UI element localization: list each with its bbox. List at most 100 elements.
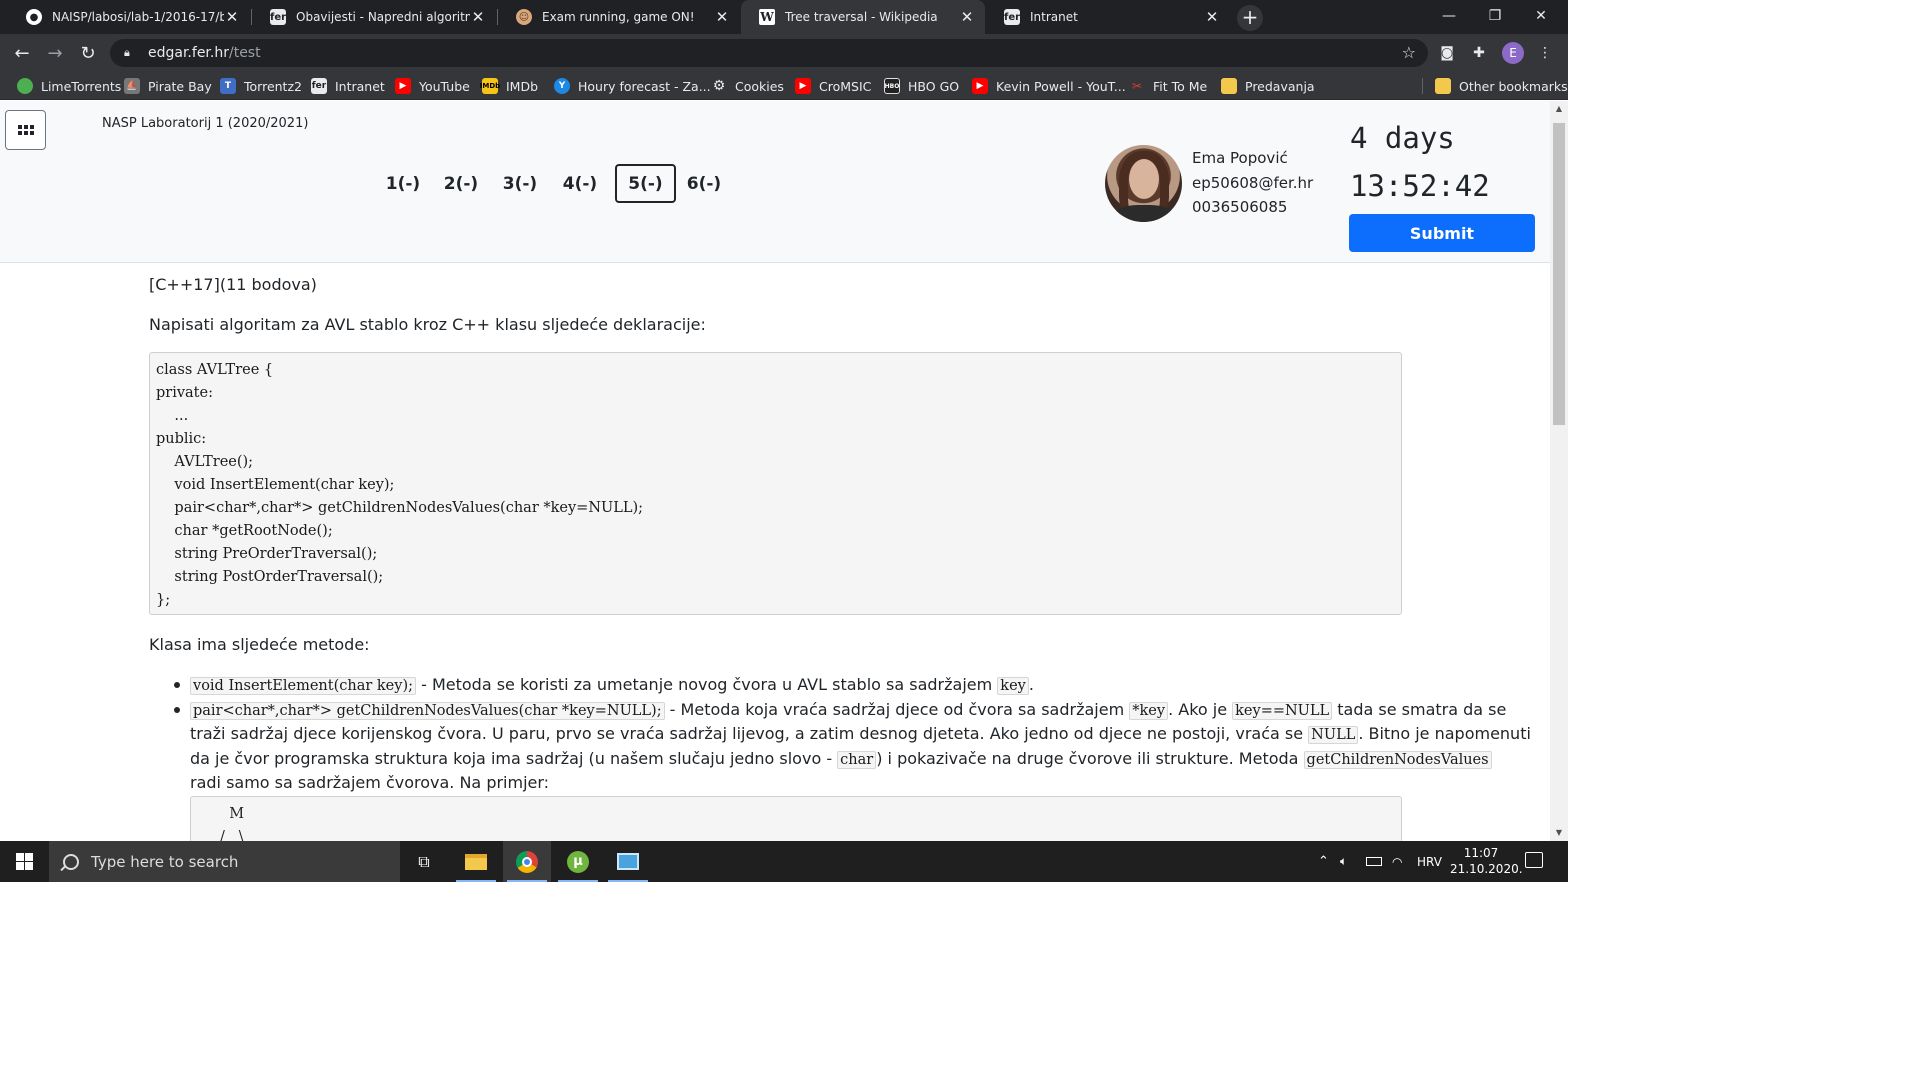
hbo-icon: HBO (884, 78, 900, 94)
app-menu-button[interactable] (5, 110, 46, 150)
reload-button[interactable]: ↻ (74, 40, 102, 66)
imdb-icon: IMDb (480, 78, 500, 94)
back-button[interactable]: ← (8, 40, 36, 66)
close-window-button[interactable]: ✕ (1518, 0, 1564, 32)
bookmark-label: IMDb (506, 78, 539, 94)
scrollbar-thumb[interactable] (1553, 123, 1565, 425)
tab-github[interactable]: ● NAISP/labosi/lab-1/2016-17/by_J ✕ (8, 0, 250, 34)
question-nav-5[interactable]: 5(-) (615, 164, 676, 203)
bookmarks-bar: LimeTorrents ⛵ Pirate Bay T Torrentz2 fer I… (0, 72, 1568, 100)
question-nav-2[interactable]: 2(-) (438, 164, 484, 203)
close-icon[interactable]: ✕ (224, 8, 240, 26)
close-icon[interactable]: ✕ (714, 8, 730, 26)
bookmark-cookies[interactable]: ⚙ Cookies (711, 77, 784, 95)
scroll-up-icon[interactable]: ▲ (1550, 101, 1568, 117)
taskbar-search[interactable]: Type here to search (49, 841, 400, 882)
method-desc: radi samo sa sadržajem čvorova. Na primj… (190, 773, 550, 792)
task-view-icon[interactable]: ⧉ (400, 841, 448, 882)
bookmark-star-icon[interactable]: ☆ (1402, 43, 1416, 62)
fit-icon: ✂ (1131, 79, 1143, 93)
bookmark-imdb[interactable]: IMDb IMDb (480, 77, 539, 95)
bookmark-hbo-go[interactable]: HBO HBO GO (884, 77, 959, 95)
url-host: edgar.fer.hr (148, 45, 229, 61)
bookmark-label: Fit To Me (1153, 78, 1208, 94)
restore-button[interactable]: ❐ (1472, 0, 1518, 32)
notification-icon[interactable] (1525, 852, 1543, 868)
tab-tree-traversal[interactable]: W Tree traversal - Wikipedia ✕ (741, 0, 985, 34)
profile-avatar[interactable]: E (1502, 42, 1524, 64)
volume-icon[interactable]: 🔈︎ (1340, 841, 1347, 882)
inline-code: getChildrenNodesValues (1303, 750, 1492, 769)
menu-icon[interactable]: ⋮ (1534, 42, 1556, 64)
youtube-icon: ▶ (972, 78, 988, 94)
question-nav-3[interactable]: 3(-) (497, 164, 543, 203)
new-tab-button[interactable]: + (1237, 5, 1263, 31)
youtube-icon: ▶ (395, 78, 411, 94)
file-explorer-icon[interactable] (452, 841, 500, 882)
bookmark-predavanja[interactable]: Predavanja (1221, 77, 1315, 95)
submit-button[interactable]: Submit (1349, 214, 1535, 252)
taskbar-clock[interactable]: 11:07 21.10.2020. (1450, 845, 1523, 877)
control-panel-icon[interactable] (604, 841, 652, 882)
utorrent-icon[interactable]: µ (554, 841, 602, 882)
github-icon: ● (26, 9, 42, 25)
close-icon[interactable]: ✕ (959, 8, 975, 26)
tray-chevron-icon[interactable]: ⌃ (1318, 841, 1329, 882)
question-nav-6[interactable]: 6(-) (681, 164, 727, 203)
method-desc: tada se smatra da se (1332, 699, 1507, 719)
tab-obavijesti[interactable]: fer Obavijesti - Napredni algoritmi i s … (252, 0, 496, 34)
lock-icon: 🔒︎ (124, 46, 130, 59)
method-desc: da je čvor programska struktura koja ima… (190, 748, 838, 768)
chrome-icon[interactable] (503, 841, 551, 882)
inline-code: pair<char*,char*> getChildrenNodesValues… (190, 701, 665, 720)
page-scrollbar[interactable]: ▲ ▼ (1550, 101, 1568, 841)
tab-exam[interactable]: ☺ Exam running, game ON! ✕ (498, 0, 740, 34)
minimize-button[interactable]: — (1426, 0, 1472, 32)
tab-intranet[interactable]: fer Intranet ✕ (986, 0, 1230, 34)
forward-button[interactable]: → (41, 40, 69, 66)
bookmark-label: Cookies (735, 78, 784, 94)
address-bar[interactable]: 🔒︎ edgar.fer.hr/test ☆ (110, 39, 1428, 67)
camera-icon[interactable]: ◙ (1436, 42, 1458, 64)
method-desc: . Ako je (1168, 699, 1233, 719)
clock-time: 11:07 (1463, 846, 1499, 860)
clock-date: 21.10.2020. (1450, 862, 1523, 876)
bookmark-fit-to-me[interactable]: ✂ Fit To Me (1129, 77, 1207, 95)
language-indicator[interactable]: HRV (1417, 841, 1442, 882)
close-icon[interactable]: ✕ (1204, 8, 1220, 26)
pirate-ship-icon: ⛵ (124, 78, 140, 94)
scroll-down-icon[interactable]: ▼ (1550, 825, 1568, 841)
youtube-icon: ▶ (795, 78, 811, 94)
wifi-icon[interactable]: ◠ (1392, 841, 1402, 882)
bookmark-youtube[interactable]: ▶ YouTube (395, 77, 470, 95)
code-line: public: (156, 431, 207, 447)
grid-icon (17, 125, 34, 135)
bookmark-kevin-powell[interactable]: ▶ Kevin Powell - YouT... (972, 77, 1126, 95)
bookmark-limetorrents[interactable]: LimeTorrents (17, 77, 121, 95)
methods-list: void InsertElement(char key); - Metoda s… (149, 673, 1531, 796)
bookmark-cromsic[interactable]: ▶ CroMSIC (795, 77, 871, 95)
bookmark-label: Predavanja (1245, 78, 1315, 94)
bookmarks-divider (1422, 78, 1423, 94)
inline-code: char (837, 750, 877, 769)
exam-header: NASP Laboratorij 1 (2020/2021) 1(-) 2(-)… (0, 101, 1550, 263)
folder-icon (1435, 78, 1451, 94)
inline-code: key==NULL (1232, 701, 1333, 720)
battery-icon[interactable] (1366, 841, 1382, 882)
question-nav-1[interactable]: 1(-) (380, 164, 426, 203)
close-icon[interactable]: ✕ (470, 8, 486, 26)
extensions-icon[interactable]: ✚ (1468, 42, 1490, 64)
person-icon: ☺ (516, 9, 532, 25)
bookmark-intranet[interactable]: fer Intranet (311, 77, 385, 95)
search-placeholder: Type here to search (91, 852, 239, 871)
other-bookmarks[interactable]: Other bookmarks (1435, 77, 1568, 95)
bookmark-houry-forecast[interactable]: Y Houry forecast - Za... (554, 77, 711, 95)
bookmark-torrentz2[interactable]: T Torrentz2 (220, 77, 302, 95)
bookmark-label: Intranet (335, 78, 385, 94)
start-button[interactable] (0, 841, 48, 882)
bookmark-pirate-bay[interactable]: ⛵ Pirate Bay (124, 77, 212, 95)
tab-title: Intranet (1030, 10, 1078, 24)
question-nav-4[interactable]: 4(-) (557, 164, 603, 203)
method-desc: ) i pokazivače na druge čvorove ili stru… (876, 748, 1304, 768)
question-tag: [C++17](11 bodova) (149, 275, 317, 294)
